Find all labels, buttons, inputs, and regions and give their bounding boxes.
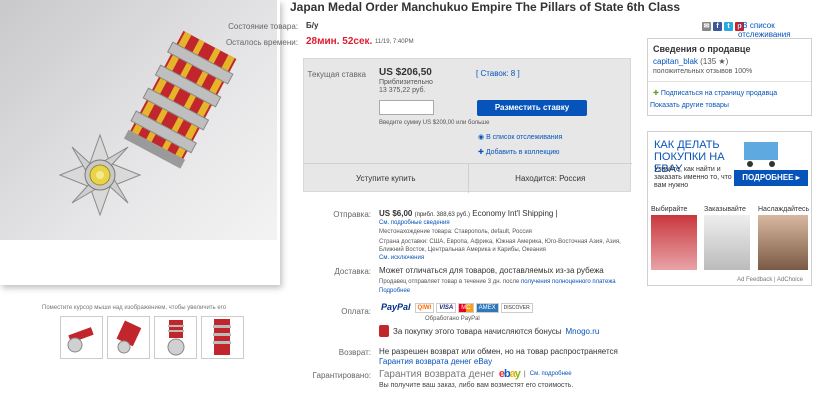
guarantee-link[interactable]: См. подробнее — [530, 371, 572, 377]
seller-panel: Сведения о продавце capitan_blak (135 ★)… — [647, 38, 812, 116]
watch-link[interactable]: В список отслеживания — [486, 134, 562, 141]
guarantee-row: Гарантия возврата денег ebay | См. подро… — [379, 368, 572, 380]
buy-label: Уступите купить — [304, 164, 469, 193]
thumbnail-2[interactable] — [107, 316, 150, 359]
discover-logo: DISCOVER — [500, 303, 533, 313]
item-title: Japan Medal Order Manchukuo Empire The P… — [290, 0, 681, 14]
shipping-service: Economy Int'l Shipping | — [472, 209, 558, 218]
collection-link[interactable]: Добавить в коллекцию — [486, 149, 560, 156]
other-items-link[interactable]: Показать другие товары — [650, 102, 729, 109]
place-bid-button[interactable]: Разместить ставку — [477, 100, 587, 116]
seller-name[interactable]: capitan_blak — [653, 57, 698, 66]
delivery-text: Может отличаться для товаров, доставляем… — [379, 266, 604, 275]
mnogo-icon — [379, 325, 389, 337]
thumbnail-3[interactable] — [154, 316, 197, 359]
paypal-processed: Обработано PayPal — [425, 316, 480, 322]
approx-value: 13 375,22 руб. — [379, 87, 426, 94]
time-left-value: 28мин. 52сек. — [306, 36, 373, 47]
collection-link-row[interactable]: ✚ Добавить в коллекцию — [478, 148, 560, 156]
seller-header: Сведения о продавце — [653, 44, 751, 54]
ad-cart-image — [744, 142, 778, 167]
seller-name-row: capitan_blak (135 ★) — [653, 57, 728, 66]
returns-link[interactable]: Гарантия возврата денег eBay — [379, 357, 492, 366]
returns-label: Возврат: — [338, 348, 371, 357]
shipping-details-link[interactable]: См. подробные сведения — [379, 220, 450, 226]
guarantee-note: Вы получите ваш заказ, либо вам возместя… — [379, 382, 574, 389]
watch-link-row[interactable]: ◉ В список отслеживания — [478, 133, 562, 141]
delivery-label: Доставка: — [334, 267, 371, 276]
approx-label: Приблизительно — [379, 79, 433, 86]
watchlist-top-link[interactable]: | В список отслеживания — [738, 21, 816, 39]
subscribe-link[interactable]: Подписаться на страницу продавца — [661, 90, 777, 97]
bid-hint: Введите сумму US $209,00 или больше — [379, 120, 490, 126]
ad-tile-enjoy[interactable]: Наслаждайтесь — [758, 206, 809, 270]
plus-icon: ✚ — [478, 149, 484, 156]
seller-score: (135 ★) — [700, 57, 729, 66]
visa-logo: VISA — [436, 303, 457, 313]
guarantee-label: Гарантировано: — [312, 371, 371, 380]
shipping-line: US $6,00 (прибл. 388,63 руб.) Economy In… — [379, 209, 558, 218]
shipping-label: Отправка: — [333, 210, 371, 219]
time-left-label: Осталось времени: — [225, 38, 298, 47]
ad-tile-choose[interactable]: Выбирайте — [651, 206, 701, 270]
shipping-destinations: Страна доставки: США, Европа, Африка, Юж… — [379, 239, 621, 253]
item-location-line: Местонахождение товара: Ставрополь, defa… — [379, 229, 532, 235]
condition-value: Б/у — [306, 21, 319, 30]
plus-green-icon: ✚ — [653, 90, 659, 97]
ad-feedback[interactable]: Ad Feedback | AdChoice — [737, 277, 803, 283]
bid-count-link[interactable]: [ Ставок: 8 ] — [476, 69, 520, 78]
facebook-icon[interactable]: f — [713, 22, 722, 31]
ad-subtext: Узнайте, как найти и заказать именно то,… — [654, 166, 732, 189]
bonus-row: За покупку этого товара начисляются бону… — [379, 325, 599, 337]
seller-positive: положительных отзывов 100% — [653, 68, 753, 75]
delivery-note: Продавец отправляет товар в течение 3 дн… — [379, 279, 616, 294]
thumbnail-4[interactable] — [201, 316, 244, 359]
ebay-ad[interactable]: КАК ДЕЛАТЬ ПОКУПКИ НА EBAY Узнайте, как … — [647, 131, 812, 286]
ad-more-button[interactable]: ПОДРОБНЕЕ ▸ — [734, 170, 808, 186]
end-time: 11/19, 7:40PM — [375, 39, 414, 45]
payments-label: Оплата: — [341, 307, 371, 316]
guarantee-sep: | — [523, 370, 526, 378]
exceptions-link[interactable]: См. исключения — [379, 255, 424, 261]
thumbnail-1[interactable] — [60, 316, 103, 359]
shipping-price: US $6,00 — [379, 209, 413, 218]
current-bid-price: US $206,50 — [379, 67, 432, 78]
condition-label: Состояние товара: — [228, 22, 298, 31]
eye-icon: ◉ — [478, 134, 485, 141]
delivery-more-link[interactable]: Подробнее — [379, 288, 410, 294]
gallery-hint: Поместите курсор мыши над изображением, … — [42, 305, 227, 311]
payment-logos: PayPal QIWI VISA MC AMEX DISCOVER — [379, 303, 533, 313]
bid-amount-input[interactable] — [379, 100, 434, 115]
paypal-logo: PayPal — [379, 302, 413, 313]
twitter-icon[interactable]: t — [724, 22, 733, 31]
amex-logo: AMEX — [475, 303, 499, 313]
guarantee-text: Гарантия возврата денег — [379, 368, 495, 380]
shipping-approx: (прибл. 388,63 руб.) — [414, 212, 470, 218]
mastercard-logo: MC — [458, 303, 474, 313]
qiwi-logo: QIWI — [414, 303, 435, 313]
email-icon[interactable]: ✉ — [702, 22, 711, 31]
subscribe-row[interactable]: ✚ Подписаться на страницу продавца — [653, 89, 777, 97]
full-payment-link[interactable]: получения полноценного платежа — [521, 279, 616, 285]
mnogo-link[interactable]: Mnogo.ru — [566, 327, 600, 336]
item-location: Находится: Россия — [515, 174, 586, 183]
ad-tile-order[interactable]: Заказывайте — [704, 206, 754, 270]
current-bid-label: Текущая ставка — [307, 70, 366, 79]
ebay-logo: ebay — [498, 368, 521, 380]
divider — [648, 81, 811, 82]
returns-text: Не разрешен возврат или обмен, но на тов… — [379, 347, 618, 356]
medal-image — [58, 30, 237, 217]
